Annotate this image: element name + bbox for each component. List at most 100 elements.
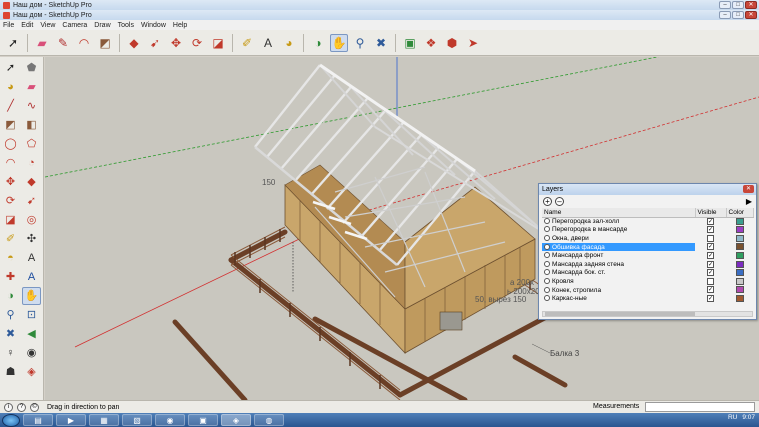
layer-row[interactable]: Конек, стропила ✓ bbox=[542, 286, 753, 295]
scale-icon[interactable]: ◪ bbox=[209, 34, 227, 52]
active-layer-radio[interactable] bbox=[544, 243, 550, 250]
menu-draw[interactable]: Draw bbox=[94, 22, 110, 29]
layer-name-cell[interactable]: Обшивка фасада bbox=[542, 242, 695, 252]
zoom-icon[interactable]: ⚲ bbox=[351, 34, 369, 52]
layer-name-cell[interactable]: Мансарда задняя стена bbox=[542, 260, 695, 269]
pan-icon[interactable]: ✋ bbox=[330, 33, 348, 52]
scale-icon[interactable]: ◪ bbox=[1, 211, 20, 229]
tape-measure-icon[interactable]: ✐ bbox=[238, 34, 256, 52]
send-icon[interactable]: ➤ bbox=[464, 34, 482, 52]
zoom-window-icon[interactable]: ⊡ bbox=[22, 306, 41, 324]
layer-color-swatch[interactable] bbox=[735, 277, 744, 285]
line-icon[interactable]: ╱ bbox=[1, 97, 20, 115]
rotated-rectangle-icon[interactable]: ◧ bbox=[22, 116, 41, 134]
column-header-name[interactable]: Name bbox=[542, 208, 696, 218]
column-header-visible[interactable]: Visible bbox=[695, 208, 727, 218]
doc-close-button[interactable]: ✕ bbox=[745, 11, 757, 19]
active-layer-radio[interactable] bbox=[544, 226, 550, 233]
visible-checkbox[interactable]: ✓ bbox=[707, 260, 714, 268]
layer-row[interactable]: Перегородка в мансарде ✓ bbox=[542, 226, 753, 235]
layers-scrollbar[interactable] bbox=[542, 311, 753, 317]
layer-row[interactable]: Кровля bbox=[542, 277, 753, 286]
media-icon[interactable]: ▶ bbox=[56, 414, 86, 426]
push-pull-icon[interactable]: ◆ bbox=[125, 34, 143, 52]
offset-icon[interactable]: ◎ bbox=[22, 211, 41, 229]
measurements-input[interactable] bbox=[645, 402, 755, 412]
arc-icon[interactable]: ◠ bbox=[75, 34, 93, 52]
axes-icon[interactable]: ✚ bbox=[1, 268, 20, 286]
rotate-icon[interactable]: ⟳ bbox=[188, 34, 206, 52]
arc-icon[interactable]: ◠ bbox=[1, 154, 20, 172]
position-camera-icon[interactable]: ♀ bbox=[1, 344, 20, 362]
orbit-icon[interactable]: ◑ bbox=[1, 287, 20, 305]
layer-name-cell[interactable]: Мансарда фронт bbox=[542, 251, 695, 260]
visible-checkbox[interactable]: ✓ bbox=[707, 286, 714, 294]
visible-checkbox[interactable]: ✓ bbox=[707, 295, 714, 303]
layer-row[interactable]: Перегородка зал-холл ✓ bbox=[542, 217, 753, 226]
minimize-button[interactable]: – bbox=[719, 1, 731, 9]
shapes-icon[interactable]: ◩ bbox=[96, 34, 114, 52]
menu-window[interactable]: Window bbox=[141, 22, 166, 29]
freehand-icon[interactable]: ∿ bbox=[22, 97, 41, 115]
layer-row[interactable]: Мансарда задняя стена ✓ bbox=[542, 260, 753, 269]
language-indicator[interactable]: RU bbox=[728, 414, 737, 421]
files-icon[interactable]: ▧ bbox=[122, 414, 152, 426]
eraser-icon[interactable]: ▰ bbox=[22, 78, 41, 96]
visible-checkbox[interactable]: ✓ bbox=[707, 217, 714, 225]
layer-color-swatch[interactable] bbox=[735, 226, 744, 234]
menu-edit[interactable]: Edit bbox=[21, 22, 33, 29]
chrome-icon[interactable]: ◉ bbox=[155, 414, 185, 426]
zoom-icon[interactable]: ⚲ bbox=[1, 306, 20, 324]
make-component-icon[interactable]: ⬟ bbox=[22, 59, 41, 77]
geo-location-icon[interactable]: i bbox=[4, 402, 13, 412]
follow-me-icon[interactable]: ➹ bbox=[22, 192, 41, 210]
layer-name-cell[interactable]: Перегородка в мансарде bbox=[542, 226, 695, 235]
warehouse-icon[interactable]: ▣ bbox=[401, 34, 419, 52]
layer-color-swatch[interactable] bbox=[735, 234, 744, 242]
look-around-icon[interactable]: ◉ bbox=[22, 344, 41, 362]
layer-color-swatch[interactable] bbox=[735, 217, 744, 225]
extension-icon[interactable]: ⬢ bbox=[443, 34, 461, 52]
paint-bucket-icon[interactable]: ◕ bbox=[1, 78, 20, 96]
pencil-icon[interactable]: ✎ bbox=[54, 34, 72, 52]
zoom-extents-icon[interactable]: ✖ bbox=[1, 325, 20, 343]
layer-name-cell[interactable]: Кровля bbox=[542, 277, 695, 286]
layer-color-swatch[interactable] bbox=[735, 269, 744, 277]
circle-icon[interactable]: ◯ bbox=[1, 135, 20, 153]
orbit-icon[interactable]: ◑ bbox=[309, 34, 327, 52]
active-layer-radio[interactable] bbox=[544, 260, 550, 267]
layer-row[interactable]: Обшивка фасада ✓ bbox=[542, 242, 753, 252]
details-arrow-icon[interactable]: ▶ bbox=[746, 197, 752, 206]
walk-icon[interactable]: ☗ bbox=[1, 363, 20, 381]
sketchup-icon[interactable]: ◈ bbox=[221, 414, 251, 426]
visible-checkbox[interactable] bbox=[707, 277, 714, 285]
clock[interactable]: 9:07 bbox=[742, 414, 755, 421]
layers-close-button[interactable]: ✕ bbox=[743, 185, 754, 193]
menu-help[interactable]: Help bbox=[173, 22, 187, 29]
add-layer-button[interactable]: + bbox=[543, 197, 552, 206]
delete-layer-button[interactable]: – bbox=[555, 197, 564, 206]
visible-checkbox[interactable]: ✓ bbox=[707, 269, 714, 277]
layer-row[interactable]: Окна, двери bbox=[542, 234, 753, 243]
layers-scroll-thumb[interactable] bbox=[545, 312, 695, 316]
maximize-button[interactable]: □ bbox=[732, 1, 744, 9]
protractor-icon[interactable]: ◓ bbox=[1, 249, 20, 267]
layer-name-cell[interactable]: Конек, стропила bbox=[542, 286, 695, 295]
select-icon[interactable]: ➚ bbox=[4, 34, 22, 52]
pie-icon[interactable]: ◔ bbox=[22, 154, 41, 172]
rotate-icon[interactable]: ⟳ bbox=[1, 192, 20, 210]
layer-color-swatch[interactable] bbox=[735, 295, 744, 303]
move-icon[interactable]: ✥ bbox=[1, 173, 20, 191]
layer-name-cell[interactable]: Окна, двери bbox=[542, 234, 695, 243]
menu-camera[interactable]: Camera bbox=[62, 22, 87, 29]
app-titlebar[interactable]: Наш дом - SketchUp Pro – □ ✕ bbox=[0, 0, 759, 10]
layer-color-swatch[interactable] bbox=[735, 260, 744, 268]
layer-name-cell[interactable]: Мансарда бок. ст. bbox=[542, 269, 695, 278]
paint-bucket-icon[interactable]: ◕ bbox=[280, 34, 298, 52]
pan-icon[interactable]: ✋ bbox=[22, 287, 41, 305]
active-layer-radio[interactable] bbox=[544, 286, 550, 293]
text-icon[interactable]: A bbox=[22, 249, 41, 267]
layer-name-cell[interactable]: Каркас-ные bbox=[542, 294, 695, 303]
help-icon[interactable]: ? bbox=[17, 402, 26, 412]
dimension-icon[interactable]: ✣ bbox=[22, 230, 41, 248]
